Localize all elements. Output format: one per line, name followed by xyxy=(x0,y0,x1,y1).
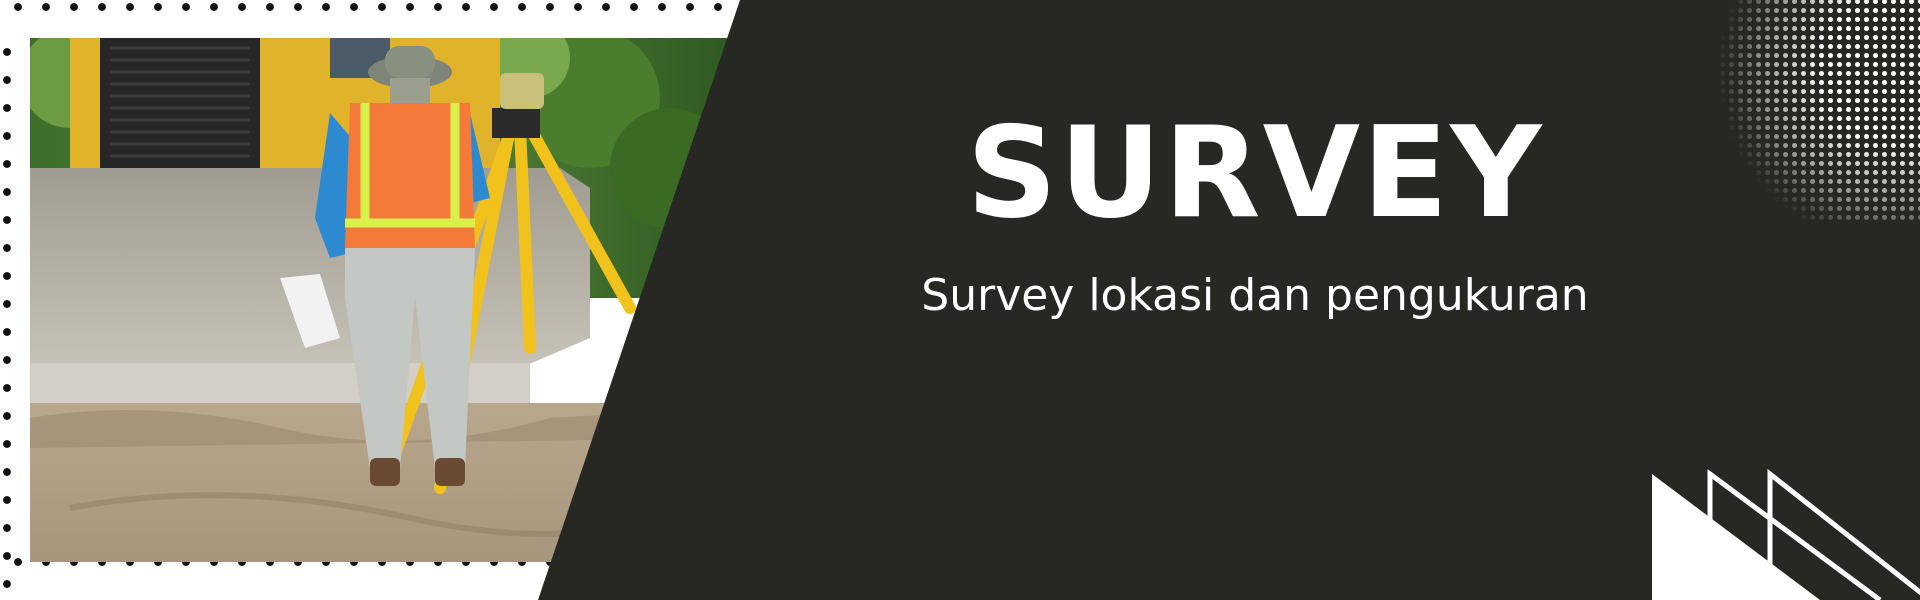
dot-border-left xyxy=(0,30,14,600)
page-title: SURVEY xyxy=(966,99,1544,246)
dot-border-top xyxy=(0,0,740,14)
survey-banner: SURVEY Survey lokasi dan pengukuran xyxy=(0,0,1920,600)
halftone-dot-pattern xyxy=(1700,0,1920,220)
page-subtitle: Survey lokasi dan pengukuran xyxy=(921,270,1589,321)
surveyor-photo xyxy=(30,38,730,562)
diagonal-stripes-decoration xyxy=(1652,468,1920,600)
